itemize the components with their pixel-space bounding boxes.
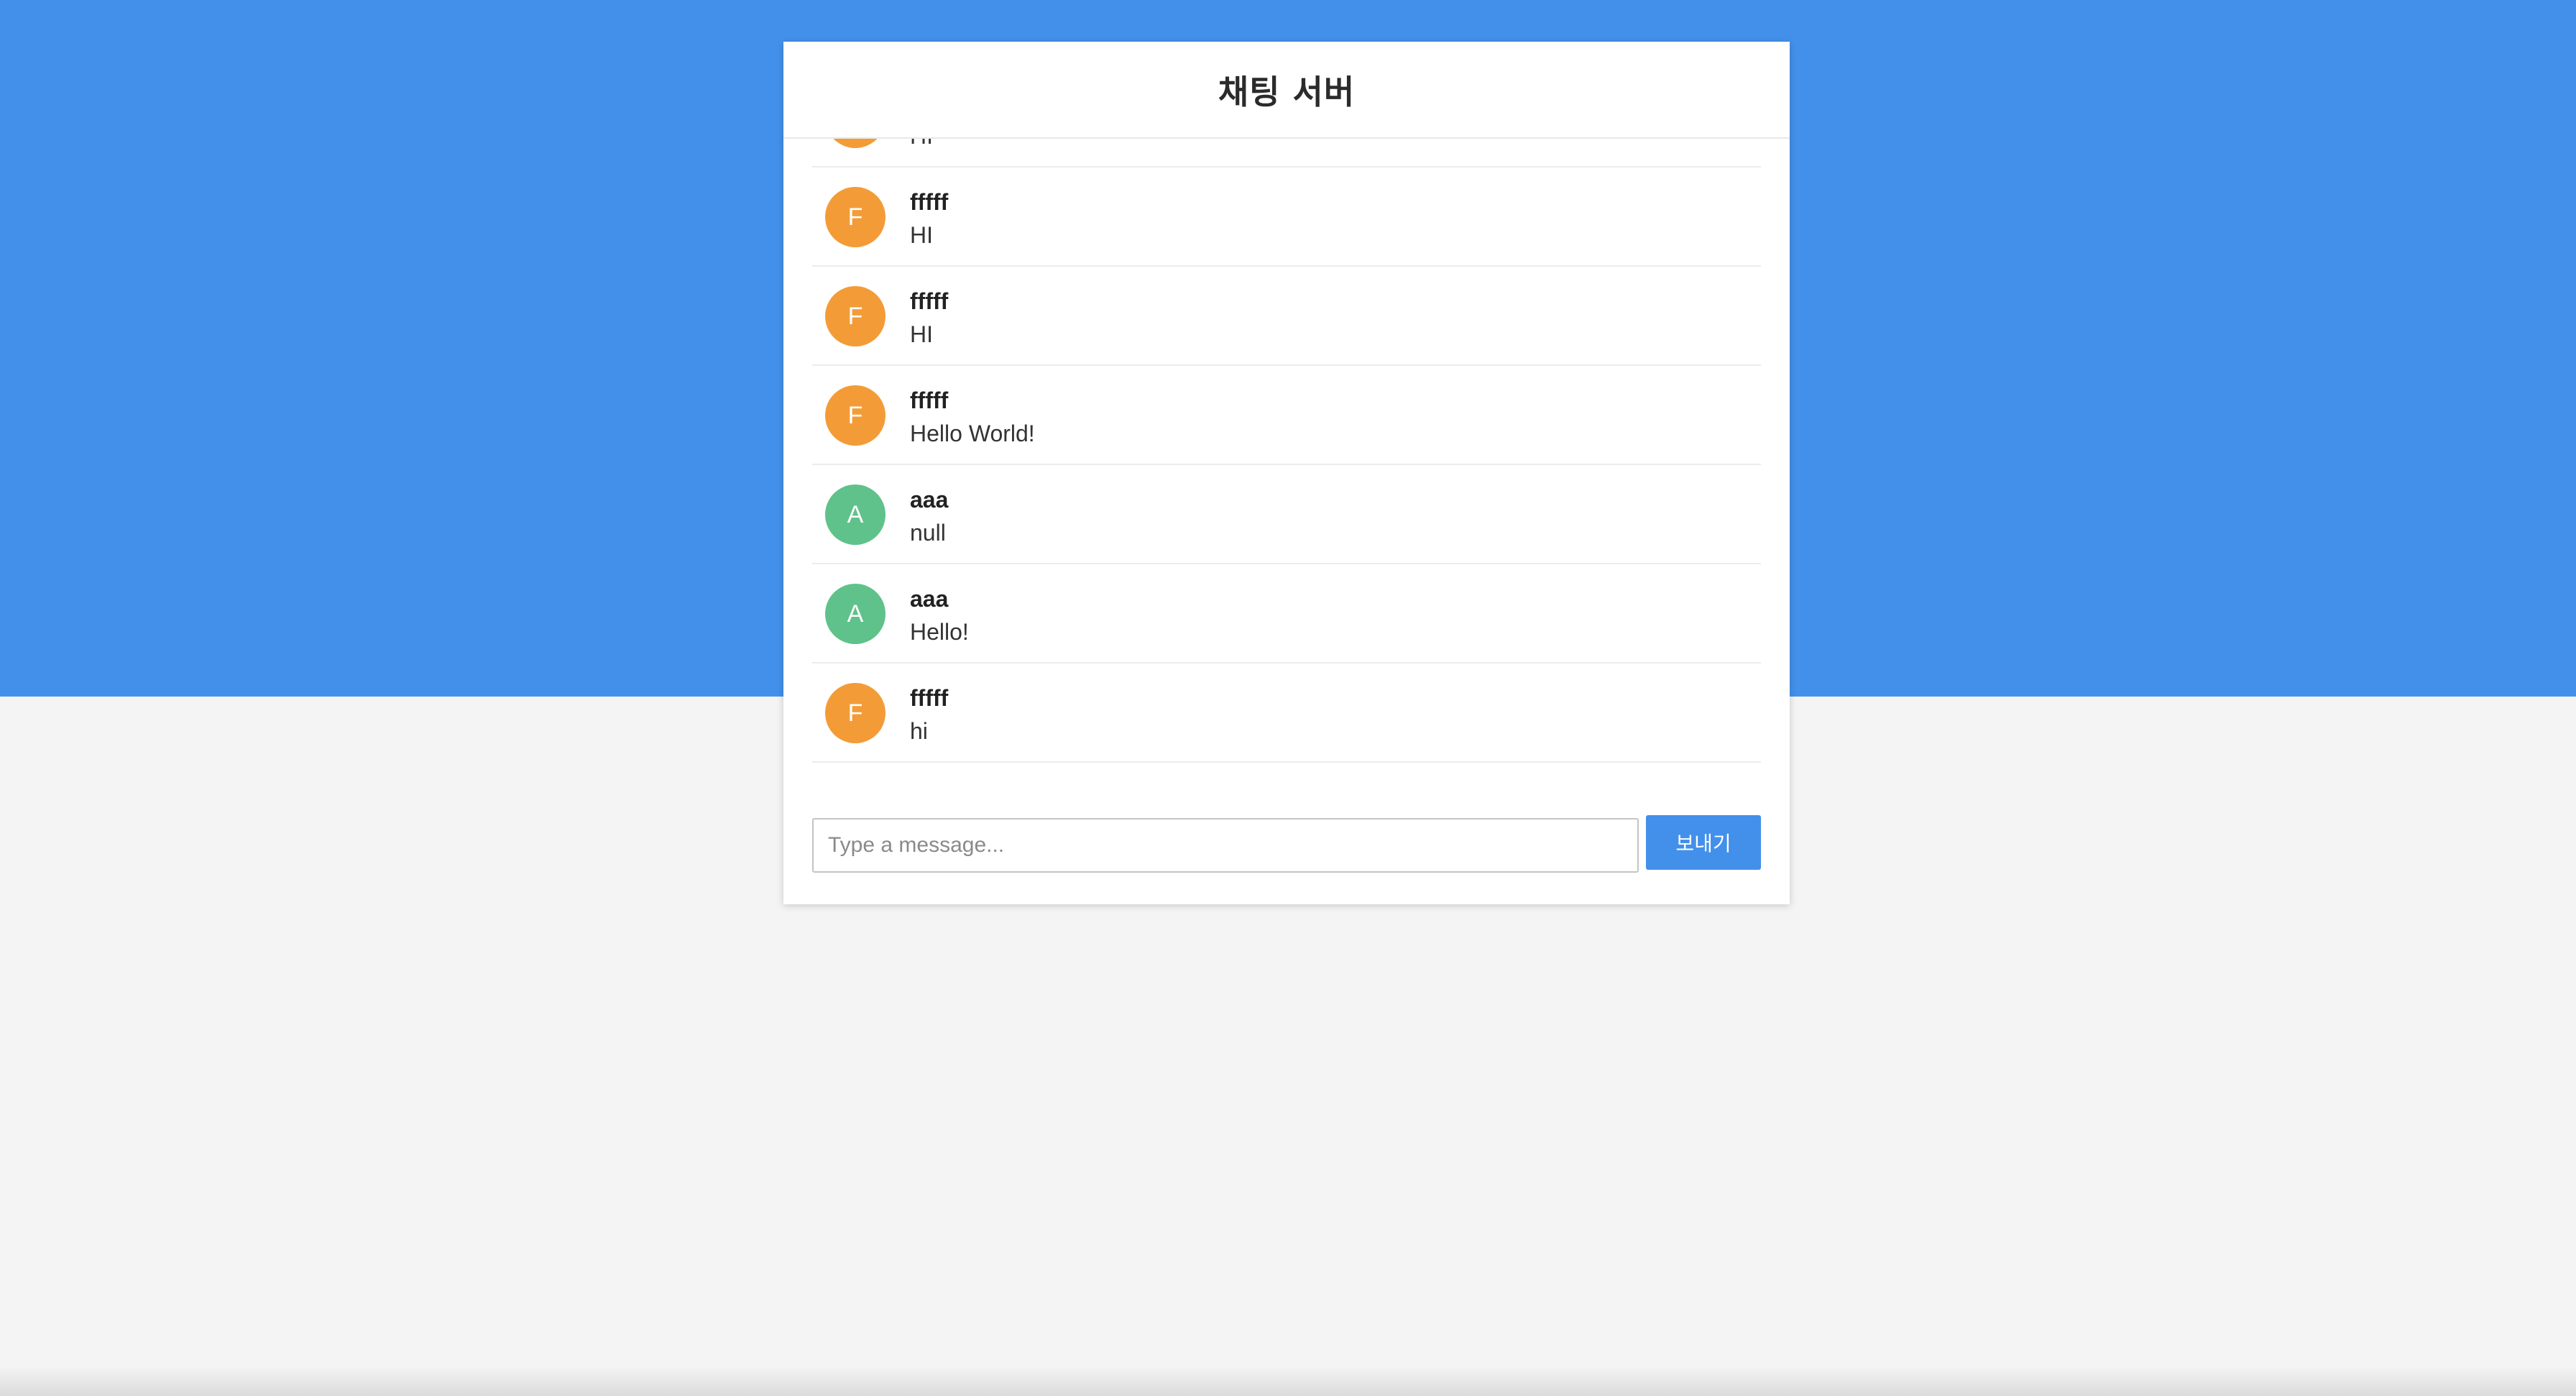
message-input[interactable] [812, 818, 1639, 873]
message-body: aaa null [910, 485, 948, 547]
message-item: A aaa Hello! [812, 564, 1761, 663]
bottom-edge-shadow [0, 1366, 2576, 1396]
chat-header: 채팅 서버 [783, 42, 1790, 139]
avatar: A [825, 485, 886, 545]
message-username: fffff [910, 685, 949, 711]
avatar: A [825, 584, 886, 644]
avatar: F [825, 683, 886, 743]
message-body: fffff HI [910, 188, 948, 249]
message-text: Hello! [910, 619, 969, 645]
message-body: fffff HI [910, 139, 948, 150]
message-body: fffff Hello World! [910, 386, 1035, 448]
avatar: F [825, 286, 886, 346]
message-item: A aaa null [812, 465, 1761, 564]
message-body: fffff HI [910, 287, 948, 349]
message-area[interactable]: F fffff HI F fffff HI F fffff HI [812, 139, 1761, 829]
message-username: fffff [910, 387, 949, 413]
message-username: fffff [910, 189, 949, 215]
message-text: HI [910, 321, 933, 347]
avatar: F [825, 139, 886, 148]
message-list: F fffff HI F fffff HI F fffff HI [812, 139, 1761, 763]
message-text: HI [910, 139, 948, 150]
message-item: F fffff hi [812, 663, 1761, 763]
message-item: F fffff HI [812, 267, 1761, 366]
message-text: hi [910, 718, 928, 744]
chat-window: 채팅 서버 F fffff HI F fffff HI F fffff Hell… [783, 42, 1790, 904]
message-username: aaa [910, 487, 949, 513]
chat-title: 채팅 서버 [1218, 72, 1356, 111]
message-body: fffff hi [910, 684, 948, 745]
message-item: F fffff HI [812, 167, 1761, 267]
avatar: F [825, 187, 886, 247]
message-username: aaa [910, 586, 949, 612]
message-item: F fffff HI [812, 139, 1761, 167]
message-body: aaa Hello! [910, 584, 969, 646]
message-text: null [910, 520, 946, 546]
avatar: F [825, 385, 886, 446]
message-input-bar: 보내기 [812, 815, 1761, 873]
message-text: HI [910, 222, 933, 248]
message-text: Hello World! [910, 421, 1035, 446]
message-item: F fffff Hello World! [812, 366, 1761, 465]
send-button[interactable]: 보내기 [1646, 815, 1761, 870]
message-username: fffff [910, 288, 949, 314]
